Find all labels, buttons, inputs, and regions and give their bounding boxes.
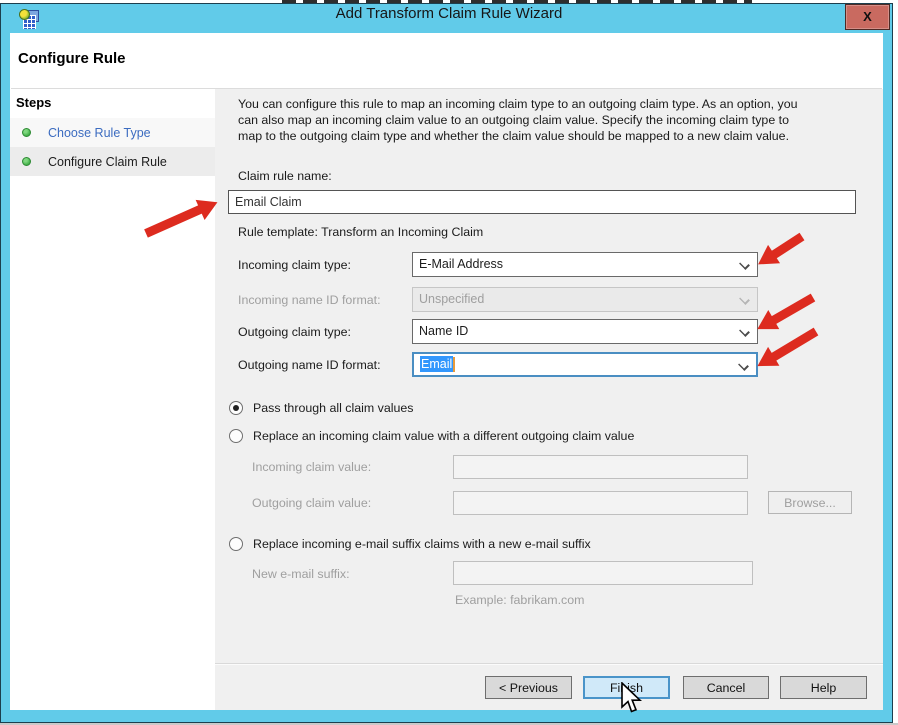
outgoing-claim-value-label: Outgoing claim value: [252, 496, 371, 510]
new-email-suffix-input [453, 561, 753, 585]
selected-text: Email [420, 356, 453, 372]
option-label: Replace an incoming claim value with a d… [253, 429, 634, 443]
steps-heading: Steps [16, 95, 51, 110]
text-caret [453, 357, 455, 372]
wizard-description-line: You can configure this rule to map an in… [238, 97, 798, 111]
incoming-claim-value-input [453, 455, 748, 479]
claim-rule-name-input[interactable] [228, 190, 856, 214]
incoming-claim-type-label: Incoming claim type: [238, 258, 351, 272]
steps-panel [10, 89, 215, 710]
claim-rule-name-label: Claim rule name: [238, 169, 332, 183]
step-label: Configure Claim Rule [48, 155, 167, 169]
chevron-down-icon [740, 327, 748, 335]
button-divider [215, 664, 883, 665]
combo-value: Name ID [419, 324, 468, 338]
sidebar-item-configure-claim-rule[interactable]: Configure Claim Rule [10, 147, 215, 176]
mouse-cursor [620, 682, 644, 716]
close-button[interactable]: X [845, 4, 890, 30]
option-label: Pass through all claim values [253, 401, 413, 415]
radio-selected-icon [229, 401, 243, 415]
window-title: Add Transform Claim Rule Wizard [0, 5, 898, 22]
combo-value: Unspecified [419, 292, 484, 306]
combo-value: E-Mail Address [419, 257, 503, 271]
outgoing-claim-type-label: Outgoing claim type: [238, 325, 351, 339]
cancel-button[interactable]: Cancel [683, 676, 769, 699]
wizard-description-line: can also map an incoming claim value to … [238, 113, 789, 127]
incoming-name-id-format-select: Unspecified [412, 287, 758, 312]
incoming-name-id-format-label: Incoming name ID format: [238, 293, 381, 307]
radio-unselected-icon [229, 537, 243, 551]
sidebar-item-choose-rule-type[interactable]: Choose Rule Type [10, 118, 215, 147]
chevron-down-icon [740, 260, 748, 268]
step-complete-icon [22, 128, 31, 137]
incoming-claim-type-select[interactable]: E-Mail Address [412, 252, 758, 277]
page-title: Configure Rule [18, 50, 126, 67]
help-button[interactable]: Help [780, 676, 867, 699]
incoming-claim-value-label: Incoming claim value: [252, 460, 371, 474]
wizard-description-line: map to the outgoing claim type and wheth… [238, 129, 789, 143]
example-hint: Example: fabrikam.com [455, 593, 584, 607]
chevron-down-icon [739, 361, 747, 369]
browse-button: Browse... [768, 491, 852, 514]
new-email-suffix-label: New e-mail suffix: [252, 567, 350, 581]
previous-button[interactable]: < Previous [485, 676, 572, 699]
step-label: Choose Rule Type [48, 126, 151, 140]
chevron-down-icon [740, 295, 748, 303]
outgoing-name-id-format-select[interactable]: Email [412, 352, 758, 377]
option-label: Replace incoming e-mail suffix claims wi… [253, 537, 591, 551]
step-complete-icon [22, 157, 31, 166]
outgoing-claim-value-input [453, 491, 748, 515]
outgoing-claim-type-select[interactable]: Name ID [412, 319, 758, 344]
outgoing-name-id-format-label: Outgoing name ID format: [238, 358, 381, 372]
radio-unselected-icon [229, 429, 243, 443]
rule-template-text: Rule template: Transform an Incoming Cla… [238, 225, 483, 239]
